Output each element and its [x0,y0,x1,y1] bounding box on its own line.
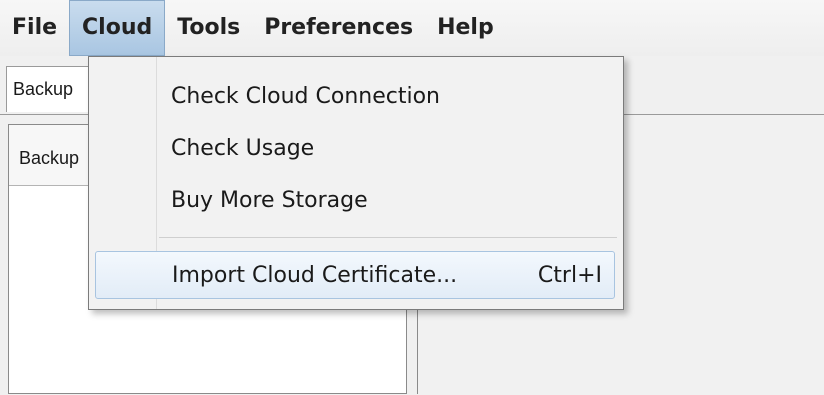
menu-item-shortcut: Ctrl+I [537,263,602,288]
menu-file[interactable]: File [0,6,69,50]
menu-tools[interactable]: Tools [165,6,252,50]
menu-item-label: Import Cloud Certificate... [172,263,458,288]
menu-separator [159,237,617,238]
menu-cloud[interactable]: Cloud [69,0,166,56]
menu-item-buy-more-storage[interactable]: Buy More Storage [171,179,368,223]
menu-item-check-cloud-connection[interactable]: Check Cloud Connection [171,75,440,119]
menu-item-import-cloud-certificate[interactable]: Import Cloud Certificate... Ctrl+I [95,251,615,299]
menu-preferences[interactable]: Preferences [252,6,425,50]
menu-bar: File Cloud Tools Preferences Help [0,0,824,56]
menu-help[interactable]: Help [425,6,506,50]
menu-item-check-usage[interactable]: Check Usage [171,127,314,171]
cloud-menu-dropdown: Check Cloud Connection Check Usage Buy M… [88,56,624,310]
